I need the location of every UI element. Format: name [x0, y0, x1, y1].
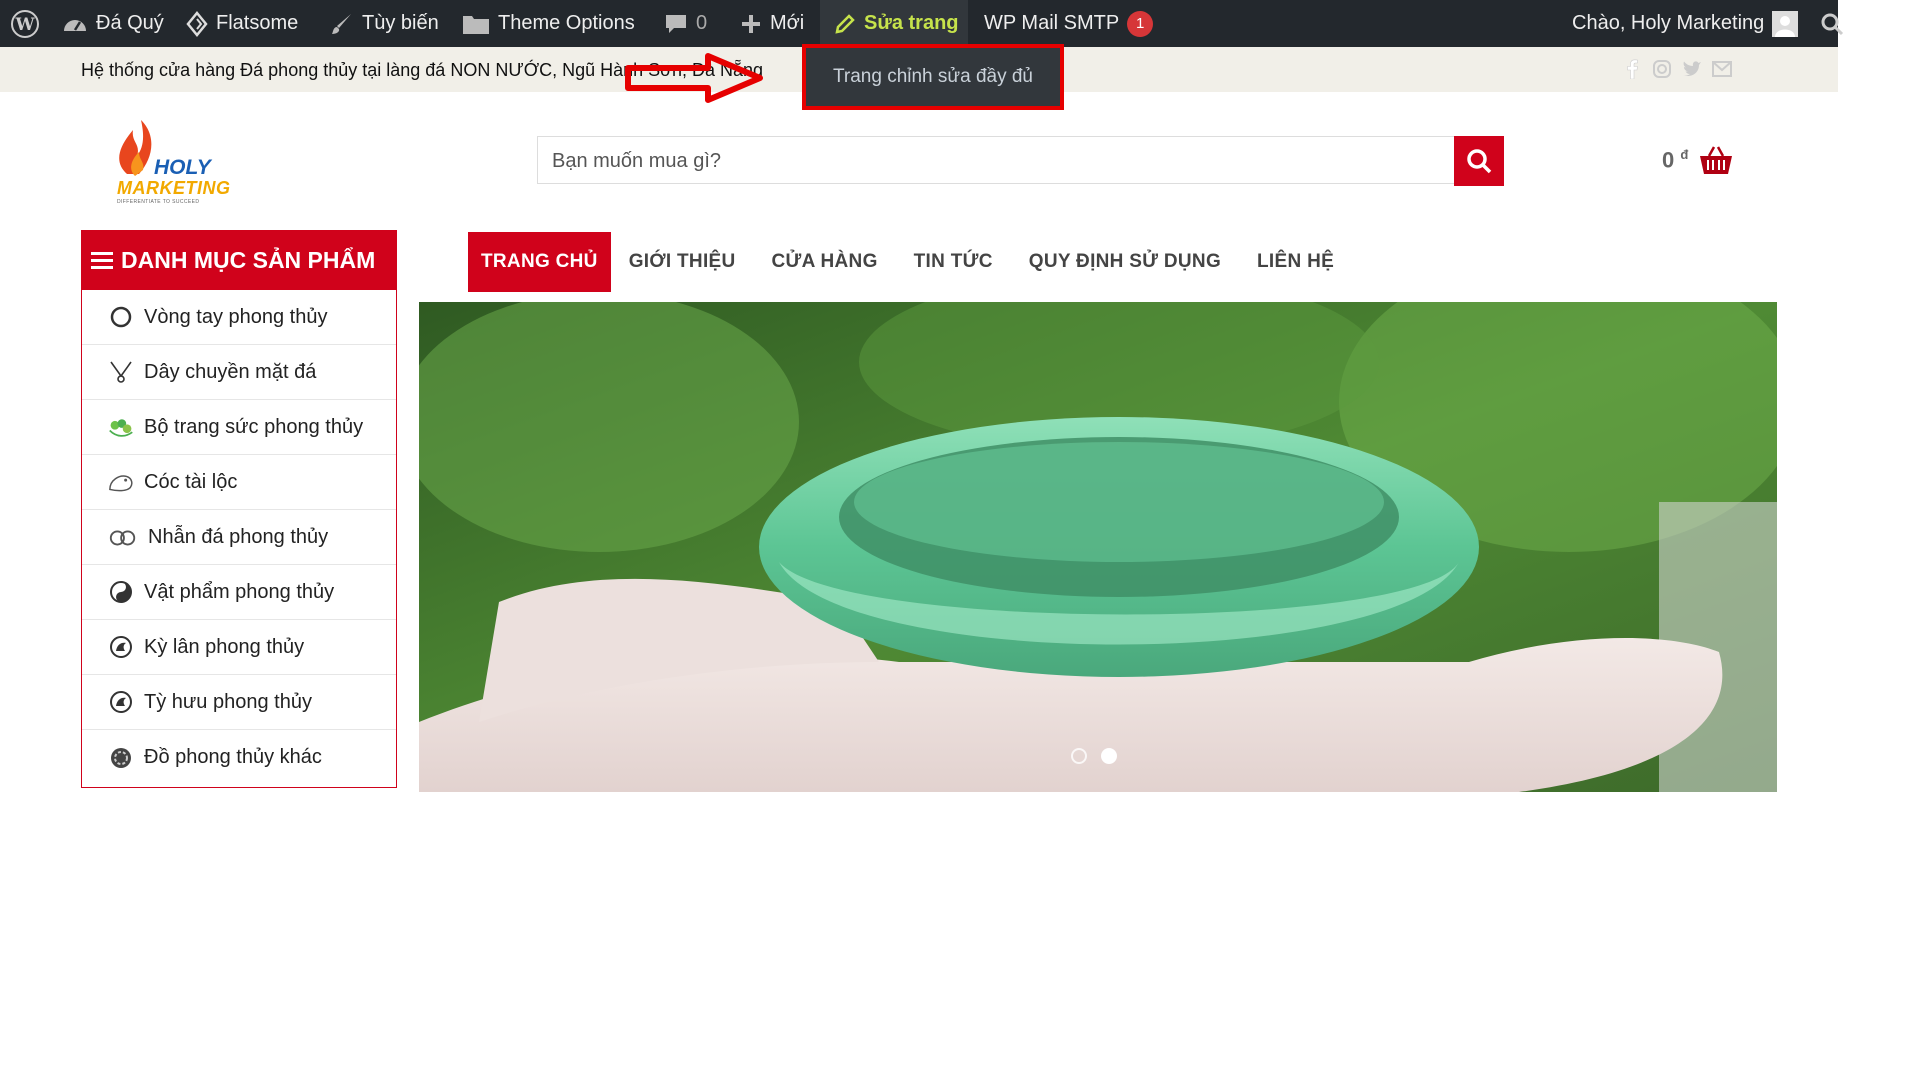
pixiu-icon	[108, 689, 134, 715]
category-item-feng-shui-object[interactable]: Vật phẩm phong thủy	[82, 565, 396, 620]
instagram-icon[interactable]	[1652, 59, 1672, 79]
category-item-label: Vật phẩm phong thủy	[144, 580, 335, 603]
category-item-ring[interactable]: Nhẫn đá phong thủy	[82, 510, 396, 565]
twitter-icon[interactable]	[1682, 59, 1702, 79]
category-item-pixiu[interactable]: Tỳ hưu phong thủy	[82, 675, 396, 730]
search-input[interactable]	[538, 137, 1464, 185]
search-icon	[1467, 149, 1492, 174]
cart-button[interactable]: 0 đ	[1662, 144, 1734, 176]
logo-tagline: DIFFERENTIATE TO SUCCEED	[117, 199, 200, 205]
folder-icon	[463, 15, 489, 34]
comment-icon	[666, 14, 686, 33]
greeting-label: Chào, Holy Marketing	[1572, 12, 1765, 34]
category-item-bracelet[interactable]: Vòng tay phong thủy	[82, 290, 396, 345]
cart-amount: 0 đ	[1662, 146, 1689, 173]
hero-slider[interactable]	[419, 302, 1777, 792]
logo-line1: HOLY	[154, 156, 211, 179]
cart-currency: đ	[1680, 146, 1689, 162]
mail-icon[interactable]	[1712, 59, 1732, 79]
admin-bar: W Đá Quý Flatsome Tùy biến Theme Options…	[0, 0, 1844, 47]
comments-menu[interactable]: 0	[664, 0, 707, 47]
site-name-menu[interactable]: Đá Quý	[62, 0, 164, 47]
brush-icon	[332, 13, 351, 34]
menu-icon	[91, 252, 113, 269]
customize-label: Tùy biến	[362, 12, 439, 34]
avatar	[1772, 10, 1799, 37]
unicorn-icon	[108, 634, 134, 660]
nav-item-about[interactable]: GIỚI THIỆU	[611, 232, 754, 292]
product-search	[537, 136, 1504, 185]
flatsome-menu[interactable]: Flatsome	[186, 0, 298, 47]
jewelry-set-icon	[108, 414, 134, 440]
yin-yang-icon	[108, 579, 134, 605]
nav-item-news[interactable]: TIN TỨC	[896, 232, 1011, 292]
customize-menu[interactable]: Tùy biến	[330, 0, 439, 47]
account-menu[interactable]: Chào, Holy Marketing	[1572, 0, 1799, 47]
nav-item-shop[interactable]: CỬA HÀNG	[754, 232, 896, 292]
wordpress-icon: W	[11, 9, 39, 38]
notification-badge: 1	[1127, 10, 1154, 37]
theme-options-menu[interactable]: Theme Options	[462, 0, 635, 47]
comments-count: 0	[696, 12, 708, 34]
category-menu-title[interactable]: DANH MỤC SẢN PHẨM	[81, 230, 397, 290]
category-item-label: Nhẫn đá phong thủy	[148, 525, 329, 548]
category-list: Vòng tay phong thủy Dây chuyền mặt đá Bộ…	[81, 290, 397, 788]
category-item-label: Tỳ hưu phong thủy	[144, 690, 312, 713]
search-icon	[1821, 13, 1844, 35]
slide-image	[419, 302, 1777, 792]
plus-icon	[742, 14, 760, 33]
category-item-label: Vòng tay phong thủy	[144, 305, 328, 328]
admin-search-button[interactable]	[1820, 0, 1844, 47]
social-links	[1622, 59, 1732, 79]
nav-item-home[interactable]: TRANG CHỦ	[468, 232, 611, 292]
bracelet-icon	[108, 304, 134, 330]
theme-options-label: Theme Options	[498, 12, 635, 34]
category-item-label: Kỳ lân phong thủy	[144, 635, 305, 658]
nav-item-terms[interactable]: QUY ĐỊNH SỬ DỤNG	[1011, 232, 1239, 292]
category-title-label: DANH MỤC SẢN PHẨM	[121, 246, 376, 273]
svg-text:W: W	[14, 15, 35, 35]
category-item-unicorn[interactable]: Kỳ lân phong thủy	[82, 620, 396, 675]
main-nav: TRANG CHỦ GIỚI THIỆU CỬA HÀNG TIN TỨC QU…	[468, 232, 1352, 292]
new-content-menu[interactable]: Mới	[740, 0, 804, 47]
category-item-toad[interactable]: Cóc tài lộc	[82, 455, 396, 510]
category-item-label: Cóc tài lộc	[144, 470, 238, 493]
category-item-necklace[interactable]: Dây chuyền mặt đá	[82, 345, 396, 400]
category-item-label: Đồ phong thủy khác	[144, 746, 322, 768]
category-item-label: Dây chuyền mặt đá	[144, 360, 317, 383]
pencil-icon	[835, 13, 855, 34]
tooltip-text: Trang chỉnh sửa đầy đủ	[832, 66, 1034, 87]
site-name-label: Đá Quý	[96, 12, 164, 34]
wp-mail-smtp-menu[interactable]: WP Mail SMTP 1	[984, 0, 1154, 47]
toad-icon	[108, 469, 134, 495]
site-logo[interactable]: HOLY MARKETING DIFFERENTIATE TO SUCCEED	[111, 118, 235, 205]
new-label: Mới	[770, 12, 805, 34]
nav-item-contact[interactable]: LIÊN HỆ	[1239, 232, 1352, 292]
slider-dot-2[interactable]	[1101, 748, 1117, 764]
logo-line2: MARKETING	[117, 178, 231, 198]
slider-dot-1[interactable]	[1071, 748, 1087, 764]
category-item-other[interactable]: Đồ phong thủy khác	[82, 730, 396, 785]
cart-icon	[1700, 146, 1733, 174]
flatsome-label: Flatsome	[216, 12, 299, 34]
category-item-label: Bộ trang sức phong thủy	[144, 415, 364, 438]
slider-dots	[1071, 748, 1117, 764]
edit-page-button[interactable]: Sửa trang	[820, 0, 968, 47]
pointer-arrow	[625, 53, 763, 103]
flatsome-icon	[186, 10, 208, 37]
edit-page-tooltip[interactable]: Trang chỉnh sửa đầy đủ	[802, 44, 1064, 110]
category-item-jewelry-set[interactable]: Bộ trang sức phong thủy	[82, 400, 396, 455]
search-button[interactable]	[1454, 136, 1504, 186]
ring-icon	[108, 524, 138, 550]
dashboard-icon	[64, 19, 86, 31]
edit-page-label: Sửa trang	[864, 12, 959, 34]
wordpress-logo-button[interactable]: W	[8, 0, 42, 47]
wp-mail-label: WP Mail SMTP	[984, 12, 1120, 34]
other-items-icon	[108, 745, 134, 771]
facebook-icon[interactable]	[1622, 59, 1642, 79]
necklace-icon	[108, 359, 134, 385]
